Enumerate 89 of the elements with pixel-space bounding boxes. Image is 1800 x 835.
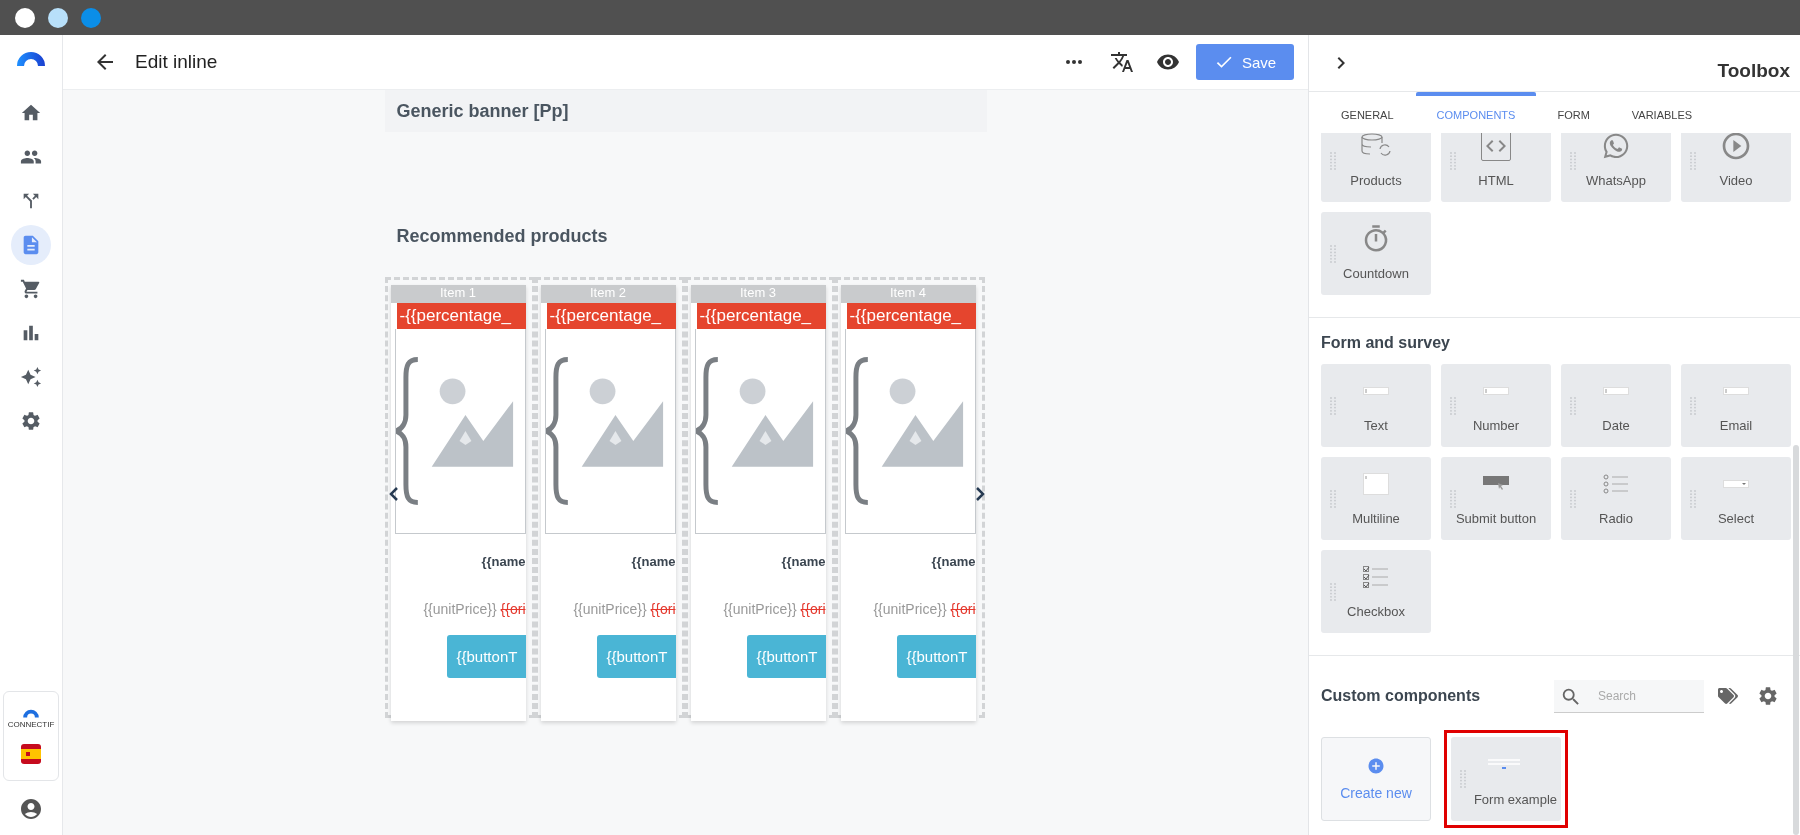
cart-icon — [20, 278, 42, 300]
section-heading: Custom components — [1321, 687, 1481, 705]
drag-handle-icon[interactable] — [1450, 397, 1456, 415]
form-tile[interactable]: Date — [1561, 364, 1671, 447]
chevron-right-icon — [975, 487, 985, 501]
radio-list-icon — [1603, 474, 1629, 494]
product-name: {{name — [630, 554, 676, 569]
product-price: {{unitPrice}} {{ori — [722, 601, 826, 617]
component-tile[interactable]: Countdown — [1321, 212, 1431, 295]
spain-flag-icon[interactable] — [21, 744, 41, 765]
drag-handle-icon[interactable] — [1330, 583, 1336, 601]
checklist-icon — [1363, 566, 1389, 588]
play-icon — [1720, 133, 1752, 162]
window-maximize-dot[interactable] — [81, 7, 101, 28]
form-tile[interactable]: Email — [1681, 364, 1791, 447]
brand-caption: CONNECTIF — [7, 719, 55, 729]
section-title: Recommended products — [396, 226, 609, 247]
form-tile[interactable]: Text — [1321, 364, 1431, 447]
dropdown-icon — [1723, 480, 1749, 488]
discount-badge: -{{percentage_ — [396, 303, 526, 329]
brand-logo-icon — [22, 707, 40, 718]
user-avatar-icon[interactable] — [19, 797, 43, 821]
search-field[interactable]: Search — [1554, 679, 1704, 713]
banner-block[interactable]: Generic banner [Pp] — [384, 90, 987, 132]
toolbox-tab[interactable]: FORM — [1536, 92, 1611, 133]
product-price: {{unitPrice}} {{ori — [872, 601, 976, 617]
product-price: {{unitPrice}} {{ori — [572, 601, 676, 617]
form-tile[interactable]: Radio — [1561, 457, 1671, 540]
product-price: {{unitPrice}} {{ori — [422, 601, 526, 617]
text-field-icon — [1483, 387, 1509, 395]
banner-title: Generic banner [Pp] — [396, 100, 569, 122]
component-tile[interactable]: Video — [1681, 133, 1791, 202]
plus-icon — [1367, 757, 1385, 775]
code-icon — [1481, 133, 1511, 161]
textarea-icon — [1363, 473, 1389, 495]
form-tile[interactable]: Multiline — [1321, 457, 1431, 540]
chevron-left-icon — [388, 487, 398, 501]
window-minimize-dot[interactable] — [48, 7, 68, 28]
toolbox-tab[interactable]: GENERAL — [1319, 92, 1416, 133]
drag-handle-icon[interactable] — [1570, 397, 1576, 415]
form-tile[interactable]: Submit button — [1441, 457, 1551, 540]
discount-badge: -{{percentage_ — [696, 303, 826, 329]
chat-phone-icon — [1602, 133, 1630, 160]
drag-handle-icon[interactable] — [1330, 152, 1336, 170]
page-title: Edit inline — [135, 51, 219, 73]
toolbox-tab[interactable]: VARIABLES — [1610, 92, 1714, 133]
database-sync-icon — [1360, 133, 1392, 159]
drag-handle-icon[interactable] — [1690, 490, 1696, 508]
button-cursor-icon — [1483, 476, 1509, 492]
next-arrow[interactable] — [975, 487, 985, 501]
drag-handle-icon[interactable] — [1460, 770, 1466, 788]
form-tile[interactable]: Select — [1681, 457, 1791, 540]
section-heading: Form and survey — [1321, 334, 1451, 352]
custom-tile[interactable]: Form example — [1451, 737, 1561, 821]
drag-handle-icon[interactable] — [1330, 490, 1336, 508]
text-field-icon — [1603, 387, 1629, 395]
component-tile[interactable]: Products — [1321, 133, 1431, 202]
form-preview-icon — [1488, 758, 1520, 771]
toolbox-title: Toolbox — [1717, 60, 1790, 82]
previous-arrow[interactable] — [388, 487, 398, 501]
drag-handle-icon[interactable] — [1570, 152, 1576, 170]
drag-handle-icon[interactable] — [1330, 397, 1336, 415]
drag-handle-icon[interactable] — [1450, 152, 1456, 170]
discount-badge: -{{percentage_ — [846, 303, 976, 329]
product-name: {{name — [480, 554, 526, 569]
product-name: {{name — [930, 554, 976, 569]
sidebar-item[interactable] — [11, 225, 51, 265]
settings-icon — [1757, 685, 1779, 707]
text-field-icon — [1363, 387, 1389, 395]
drag-handle-icon[interactable] — [1690, 152, 1696, 170]
product-name: {{name — [780, 554, 826, 569]
sparkles-icon — [20, 366, 42, 388]
drag-handle-icon[interactable] — [1570, 490, 1576, 508]
drag-handle-icon[interactable] — [1690, 397, 1696, 415]
window-close-dot[interactable] — [15, 7, 35, 28]
drag-handle-icon[interactable] — [1330, 245, 1336, 263]
tags-icon — [1718, 686, 1738, 706]
form-tile[interactable]: Number — [1441, 364, 1551, 447]
scrollbar[interactable] — [1793, 445, 1799, 835]
text-field-icon — [1723, 387, 1749, 395]
logo-icon[interactable] — [15, 49, 47, 67]
more-icon — [1066, 60, 1082, 64]
component-tile[interactable]: WhatsApp — [1561, 133, 1671, 202]
translate-icon — [1110, 50, 1134, 74]
form-tile[interactable]: Checkbox — [1321, 550, 1431, 633]
discount-badge: -{{percentage_ — [546, 303, 676, 329]
settings-icon — [20, 410, 42, 432]
component-tile[interactable]: HTML — [1441, 133, 1551, 202]
drag-handle-icon[interactable] — [1450, 490, 1456, 508]
